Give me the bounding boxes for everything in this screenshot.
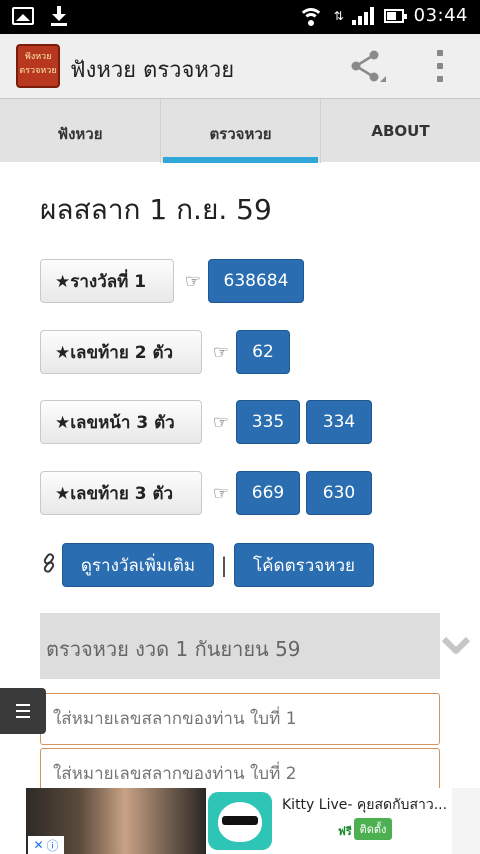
links-row: ดูรางวัลเพิ่มเติม | โค้ดตรวจหวย [40, 542, 374, 588]
prize-number-button[interactable]: 630 [306, 471, 372, 515]
app-bar: ฟังหวย ตรวจหวย ฟังหวย ตรวจหวย [0, 34, 480, 98]
wifi-icon [297, 6, 324, 26]
check-section-title: ตรวจหวย งวด 1 กันยายน 59 [46, 637, 301, 661]
pointing-hand-icon: ☞ [212, 482, 230, 504]
battery-icon [383, 8, 407, 23]
download-notification-icon [50, 6, 68, 26]
prize-number-button[interactable]: 669 [236, 471, 300, 515]
signal-icon [351, 6, 374, 25]
prize-row-last3: ★เลขท้าย 3 ตัว ☞ 669 630 [40, 470, 378, 516]
ad-side-panel [452, 788, 480, 854]
status-bar: ⇅ 03:44 [0, 0, 480, 34]
tab-about[interactable]: ABOUT [320, 99, 480, 163]
close-icon[interactable]: ✕ [33, 838, 43, 852]
prize-number-button[interactable]: 62 [236, 330, 290, 374]
prize-number-button[interactable]: 335 [236, 400, 300, 444]
check-section-header[interactable]: ตรวจหวย งวด 1 กันยายน 59 [40, 613, 471, 679]
logo-text-line1: ฟังหวย [24, 52, 52, 62]
prize-row-last2: ★เลขท้าย 2 ตัว ☞ 62 [40, 329, 296, 375]
ad-free-label: ฟรี [338, 825, 352, 838]
prize-number-button[interactable]: 334 [306, 400, 372, 444]
ad-info-icon[interactable]: ⓘ [47, 837, 59, 854]
data-transfer-icon: ⇅ [333, 8, 344, 23]
ad-app-icon [208, 792, 272, 850]
overflow-menu-icon[interactable] [436, 50, 444, 82]
share-icon[interactable] [350, 50, 386, 82]
prize-label-button[interactable]: ★เลขหน้า 3 ตัว [40, 400, 202, 444]
ad-close-icon[interactable]: ✕ ⓘ [28, 836, 64, 854]
prize-label-button[interactable]: ★เลขท้าย 3 ตัว [40, 471, 202, 515]
ad-title: Kitty Live- คุยสดกับสาว... [282, 797, 448, 813]
image-notification-icon [12, 7, 34, 25]
prize-row-first: ★รางวัลที่ 1 ☞ 638684 [40, 258, 310, 304]
check-code-button[interactable]: โค้ดตรวจหวย [234, 543, 374, 587]
app-logo: ฟังหวย ตรวจหวย [16, 44, 60, 88]
clock: 03:44 [413, 5, 468, 26]
ticket-number-input-1[interactable] [40, 693, 440, 745]
app-title: ฟังหวย ตรวจหวย [70, 58, 235, 83]
link-separator: | [220, 553, 228, 577]
tab-listen-lottery[interactable]: ฟังหวย [0, 99, 160, 163]
prize-label-button[interactable]: ★เลขท้าย 2 ตัว [40, 330, 202, 374]
page-title: ผลสลาก 1 ก.ย. 59 [40, 193, 272, 226]
ad-install-button[interactable]: ติดตั้ง [354, 818, 392, 840]
chevron-down-icon[interactable] [441, 635, 471, 657]
link-icon [40, 552, 62, 578]
prize-number-button[interactable]: 638684 [208, 259, 304, 303]
drawer-menu-button[interactable] [0, 688, 46, 734]
tab-check-lottery[interactable]: ตรวจหวย [160, 99, 320, 163]
tab-bar: ฟังหวย ตรวจหวย ABOUT [0, 98, 480, 163]
pointing-hand-icon: ☞ [212, 411, 230, 433]
pointing-hand-icon: ☞ [184, 270, 202, 292]
prize-label-button[interactable]: ★รางวัลที่ 1 [40, 259, 174, 303]
more-prizes-button[interactable]: ดูรางวัลเพิ่มเติม [62, 543, 214, 587]
logo-text-line2: ตรวจหวย [19, 66, 57, 76]
prize-row-first3: ★เลขหน้า 3 ตัว ☞ 335 334 [40, 399, 378, 445]
pointing-hand-icon: ☞ [212, 341, 230, 363]
ad-banner[interactable]: ✕ ⓘ Kitty Live- คุยสดกับสาว... ฟรี ติดตั้… [0, 788, 480, 854]
